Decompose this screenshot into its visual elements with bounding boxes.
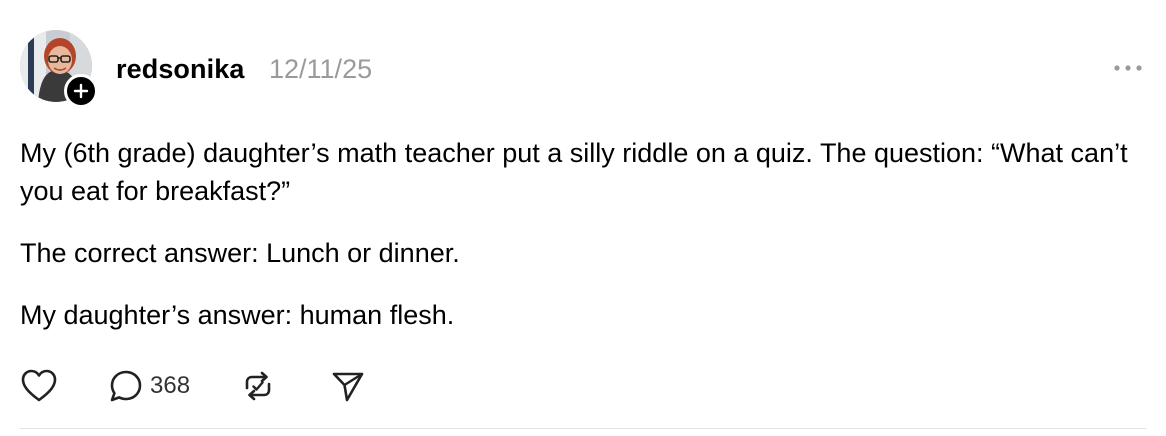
follow-button[interactable] <box>64 74 98 108</box>
post-paragraph: My (6th grade) daughter’s math teacher p… <box>20 138 1128 206</box>
heart-icon <box>21 369 57 402</box>
avatar-container[interactable] <box>20 30 98 108</box>
post-card: redsonika 12/11/25 My (6th grade) daught… <box>0 0 1166 436</box>
repost-button[interactable] <box>240 368 276 404</box>
reply-button[interactable]: 368 <box>108 368 190 404</box>
like-button[interactable] <box>20 368 58 404</box>
post-paragraph: My daughter’s answer: human flesh. <box>20 300 455 330</box>
post-actions: 368 <box>20 364 366 408</box>
divider <box>20 428 1146 429</box>
post-paragraph: The correct answer: Lunch or dinner. <box>20 238 460 268</box>
send-icon <box>332 372 364 402</box>
post-body: My (6th grade) daughter’s math teacher p… <box>20 134 1150 358</box>
username[interactable]: redsonika <box>116 52 244 86</box>
post-timestamp[interactable]: 12/11/25 <box>269 52 372 86</box>
reply-count: 368 <box>150 372 191 399</box>
ellipsis-icon <box>1114 65 1142 71</box>
more-options-button[interactable] <box>1108 54 1148 82</box>
plus-icon <box>73 83 89 99</box>
share-button[interactable] <box>330 368 366 404</box>
comment-icon <box>110 370 142 402</box>
repost-icon <box>245 371 271 401</box>
